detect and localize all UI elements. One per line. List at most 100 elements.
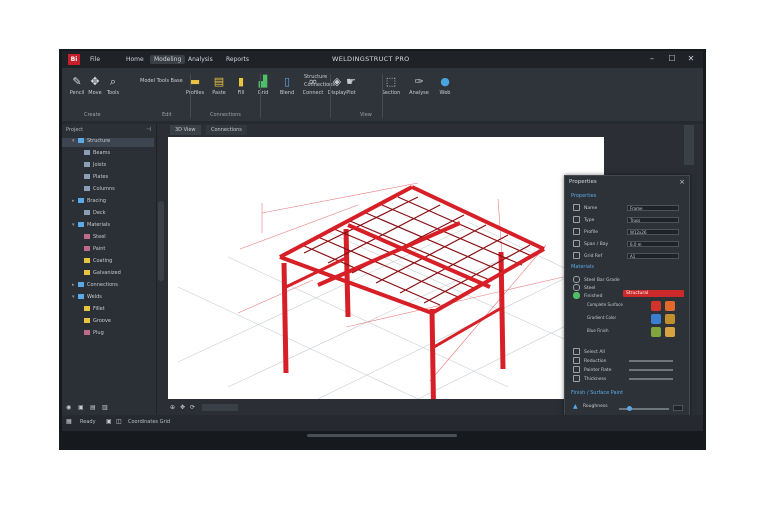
value-slider[interactable] (629, 360, 673, 362)
property-icon (573, 228, 580, 235)
item-type-icon (84, 258, 90, 263)
filter-icon[interactable]: ▥ (102, 404, 108, 411)
tree-item-structure[interactable]: ▾ Structure (62, 138, 154, 147)
ribbon-button-tools[interactable]: ⌕ Tools (102, 76, 124, 97)
tab-3d-view[interactable]: 3D View (170, 125, 201, 135)
rotate-icon[interactable]: ⟳ (190, 404, 195, 411)
ribbon-button-grid[interactable]: ▟ Grid (252, 76, 274, 97)
tree-item-label: Bracing (87, 198, 107, 204)
roughness-label: Roughness (583, 404, 608, 409)
property-value-field[interactable]: W12x26 (627, 229, 679, 235)
minimize-button[interactable]: – (647, 54, 657, 64)
close-button[interactable]: ✕ (686, 54, 696, 64)
3d-viewport[interactable] (168, 137, 605, 431)
tree-item-materials[interactable]: ▾ Materials (62, 222, 154, 231)
ribbon-button-analyse[interactable]: ✑ Analyse (408, 76, 430, 97)
color-swatch[interactable] (651, 314, 661, 324)
menu-home[interactable]: Home (122, 55, 148, 64)
material-option-steel[interactable]: Steel (573, 284, 595, 292)
checkbox-icon[interactable] (573, 284, 580, 291)
color-swatch[interactable] (665, 327, 675, 337)
roughness-slider-knob[interactable] (627, 406, 632, 411)
value-slider[interactable] (629, 378, 673, 380)
ribbon-button-paste[interactable]: ▤ Paste (208, 76, 230, 97)
extra-row-reduction[interactable]: Reduction (573, 357, 607, 365)
checkbox-icon[interactable] (573, 366, 580, 373)
tree-item-beams[interactable]: Beams (62, 150, 154, 159)
tree-item-label: Columns (93, 186, 115, 192)
lock-icon[interactable]: ▣ (78, 404, 84, 411)
extra-row-painter-rate[interactable]: Painter Rate (573, 366, 612, 374)
tree-item-paint[interactable]: Paint (62, 246, 154, 255)
ribbon-button-fill[interactable]: ▮ Fill (230, 76, 252, 97)
menu-modeling[interactable]: Modeling (150, 55, 186, 64)
snap-icon[interactable]: ▣ (106, 418, 112, 425)
view-scale-field[interactable] (202, 404, 238, 411)
ribbon-button-blend[interactable]: ▯ Blend (276, 76, 298, 97)
tree-item-columns[interactable]: Columns (62, 186, 154, 195)
checkbox-icon[interactable] (573, 292, 580, 299)
eye-icon[interactable]: ◉ (66, 404, 71, 411)
property-label: Span / Bay (584, 242, 609, 247)
maximize-button[interactable]: ☐ (667, 54, 677, 64)
tree-item-galvanized[interactable]: Galvanized (62, 270, 154, 279)
tree-item-joists[interactable]: Joists (62, 162, 154, 171)
ribbon-structure-label: Structure (304, 74, 328, 80)
color-swatch[interactable] (651, 327, 661, 337)
tree-item-plates[interactable]: Plates (62, 174, 154, 183)
pan-icon[interactable]: ✥ (180, 404, 185, 411)
tree-item-bracing[interactable]: ▸ Bracing (62, 198, 154, 207)
menu-analysis[interactable]: Analysis (184, 55, 217, 64)
roughness-value-field[interactable] (673, 405, 683, 411)
tree-item-steel[interactable]: Steel (62, 234, 154, 243)
ribbon: ✎ Pencil ✥ Move ⌕ Tools ▬ Profiles ▤ Paste ▮ Fill ▟ G… (62, 68, 703, 122)
property-value-field[interactable]: Truss (627, 217, 679, 223)
pin-icon[interactable]: ⊣ (146, 126, 151, 133)
ribbon-button-profiles[interactable]: ▬ Profiles (184, 76, 206, 97)
tree-item-fillet[interactable]: Fillet (62, 306, 154, 315)
extra-row-select-all[interactable]: Select All (573, 348, 605, 356)
zoom-icon[interactable]: ⊕ (170, 404, 175, 411)
ribbon-button-section[interactable]: ⬚ Section (380, 76, 402, 97)
viewport-toolbar: ⊕ ✥ ⟳ (168, 401, 604, 415)
steel-frame-model (177, 182, 605, 431)
panel-scrollbar[interactable] (158, 201, 164, 281)
tree-item-connections[interactable]: ▸ Connections (62, 282, 154, 291)
color-swatch[interactable] (665, 301, 675, 311)
property-icon (573, 252, 580, 259)
color-swatch[interactable] (651, 301, 661, 311)
layers-icon[interactable]: ▤ (90, 404, 96, 411)
property-value-field[interactable]: A1 (627, 253, 679, 259)
ortho-icon[interactable]: ◫ (116, 418, 122, 425)
extra-row-thickness[interactable]: Thickness (573, 375, 606, 383)
checkbox-icon[interactable] (573, 348, 580, 355)
item-type-icon (84, 270, 90, 275)
right-dock-tab[interactable] (684, 125, 694, 165)
menu-reports[interactable]: Reports (222, 55, 253, 64)
property-value-field[interactable]: Frame (627, 205, 679, 211)
grid-icon[interactable]: ▦ (66, 418, 72, 425)
checkbox-icon[interactable] (573, 375, 580, 382)
tab-connections[interactable]: Connections (206, 125, 247, 135)
value-slider[interactable] (629, 369, 673, 371)
tree-item-deck[interactable]: Deck (62, 210, 154, 219)
ribbon-button-web[interactable]: ● Web (434, 76, 456, 97)
property-grid-ref: Grid Ref (573, 252, 602, 260)
property-profile: Profile (573, 228, 598, 236)
material-option-finished[interactable]: Finished (573, 292, 602, 300)
ribbon-button-plot[interactable]: ☛ Plot (340, 76, 362, 97)
checkbox-icon[interactable] (573, 276, 580, 283)
close-icon[interactable]: × (679, 178, 685, 186)
menu-file[interactable]: File (86, 55, 104, 64)
window-title: WELDINGSTRUCT PRO (332, 55, 410, 63)
tree-item-groove[interactable]: Groove (62, 318, 154, 327)
color-swatch[interactable] (665, 314, 675, 324)
material-option-steel-bar-grade[interactable]: Steel Bar Grade (573, 276, 620, 284)
tree-item-plug[interactable]: Plug (62, 330, 154, 339)
property-value-field[interactable]: 6.0 m (627, 241, 679, 247)
tree-item-coating[interactable]: Coating (62, 258, 154, 267)
checkbox-icon[interactable] (573, 357, 580, 364)
material-dropdown[interactable]: Structural (623, 290, 684, 297)
tree-item-welds[interactable]: ▾ Welds (62, 294, 154, 303)
option-label: Steel (584, 286, 596, 291)
